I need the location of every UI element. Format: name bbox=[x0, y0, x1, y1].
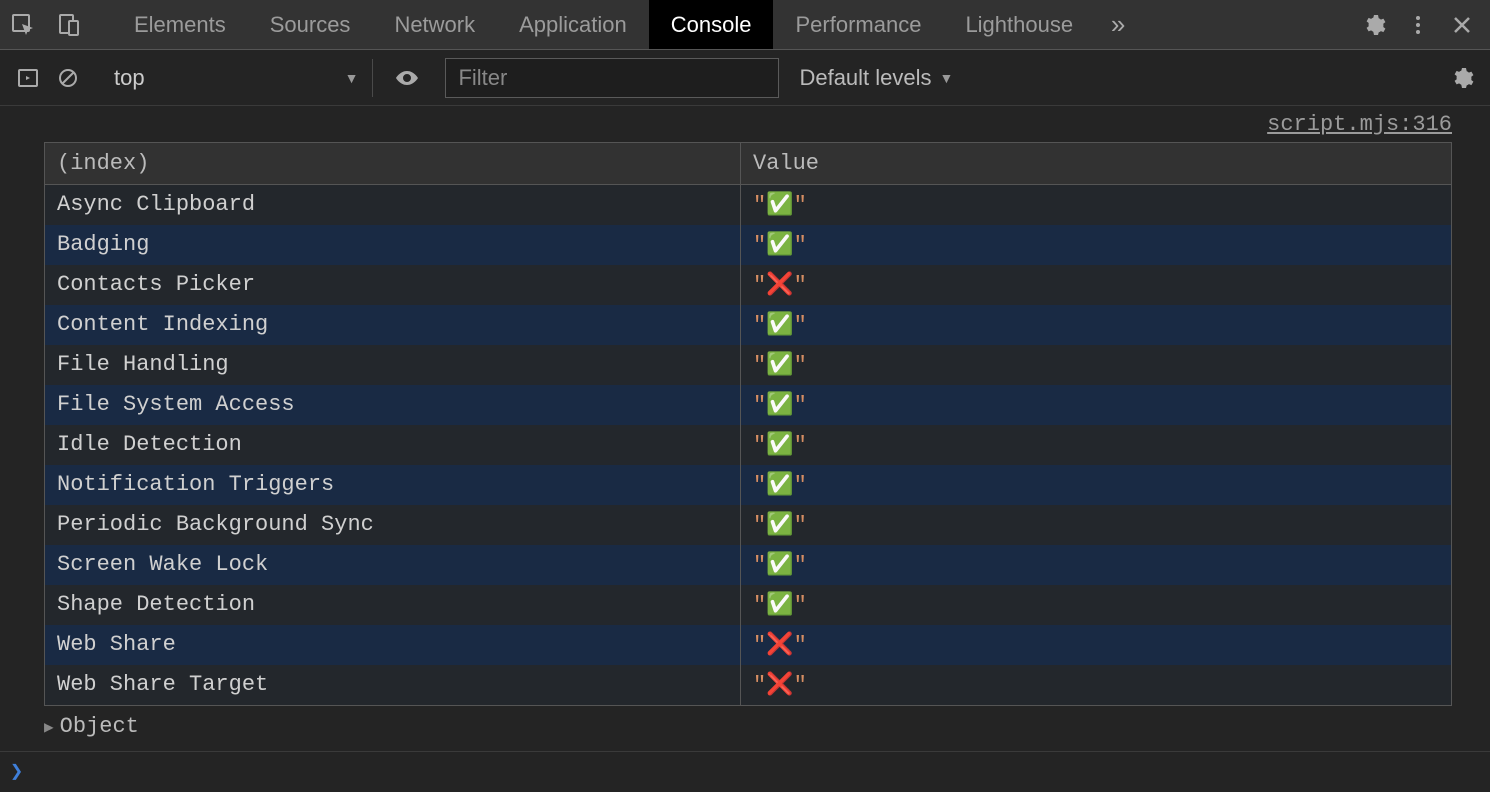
console-sidebar-toggle-icon[interactable] bbox=[8, 58, 48, 98]
console-toolbar: top ▼ Default levels ▼ bbox=[0, 50, 1490, 106]
table-cell-index: File Handling bbox=[45, 345, 741, 385]
table-cell-value: "❌" bbox=[741, 265, 1451, 305]
log-levels-select[interactable]: Default levels ▼ bbox=[799, 65, 953, 91]
table-cell-index: Shape Detection bbox=[45, 585, 741, 625]
table-row[interactable]: Screen Wake Lock"✅" bbox=[45, 545, 1451, 585]
source-link[interactable]: script.mjs:316 bbox=[1267, 112, 1452, 137]
tab-network[interactable]: Network bbox=[372, 0, 497, 49]
chevron-down-icon: ▼ bbox=[940, 70, 954, 86]
chevron-down-icon: ▼ bbox=[345, 70, 359, 86]
table-row[interactable]: Notification Triggers"✅" bbox=[45, 465, 1451, 505]
execution-context-select[interactable]: top ▼ bbox=[102, 59, 373, 97]
close-icon[interactable] bbox=[1440, 0, 1484, 50]
console-output: script.mjs:316 (index) Value Async Clipb… bbox=[0, 106, 1490, 751]
inspect-element-icon[interactable] bbox=[0, 0, 46, 50]
clear-console-icon[interactable] bbox=[48, 58, 88, 98]
console-prompt-row[interactable]: ❯ bbox=[0, 751, 1490, 791]
kebab-menu-icon[interactable] bbox=[1396, 0, 1440, 50]
tabbar-right-icons bbox=[1352, 0, 1490, 50]
prompt-caret-icon: ❯ bbox=[10, 759, 23, 785]
table-cell-value: "✅" bbox=[741, 425, 1451, 465]
table-cell-value: "✅" bbox=[741, 225, 1451, 265]
devtools-tabbar: ElementsSourcesNetworkApplicationConsole… bbox=[0, 0, 1490, 50]
table-cell-index: Badging bbox=[45, 225, 741, 265]
table-row[interactable]: Shape Detection"✅" bbox=[45, 585, 1451, 625]
message-source-row: script.mjs:316 bbox=[0, 106, 1490, 142]
table-row[interactable]: Idle Detection"✅" bbox=[45, 425, 1451, 465]
table-cell-value: "✅" bbox=[741, 305, 1451, 345]
table-cell-value: "✅" bbox=[741, 385, 1451, 425]
object-expander[interactable]: ▶ Object bbox=[44, 710, 1490, 751]
table-row[interactable]: Periodic Background Sync"✅" bbox=[45, 505, 1451, 545]
gear-icon[interactable] bbox=[1352, 0, 1396, 50]
console-settings-gear-icon[interactable] bbox=[1442, 58, 1482, 98]
table-cell-index: Screen Wake Lock bbox=[45, 545, 741, 585]
table-cell-index: Content Indexing bbox=[45, 305, 741, 345]
table-cell-value: "❌" bbox=[741, 665, 1451, 705]
table-cell-value: "✅" bbox=[741, 545, 1451, 585]
table-cell-value: "✅" bbox=[741, 345, 1451, 385]
table-cell-value: "✅" bbox=[741, 185, 1451, 225]
table-cell-value: "✅" bbox=[741, 465, 1451, 505]
device-toolbar-icon[interactable] bbox=[46, 0, 92, 50]
live-expression-icon[interactable] bbox=[387, 58, 427, 98]
panel-tabs: ElementsSourcesNetworkApplicationConsole… bbox=[112, 0, 1095, 49]
table-row[interactable]: Web Share"❌" bbox=[45, 625, 1451, 665]
table-cell-value: "✅" bbox=[741, 505, 1451, 545]
table-header-value[interactable]: Value bbox=[741, 143, 1451, 184]
table-row[interactable]: Content Indexing"✅" bbox=[45, 305, 1451, 345]
disclosure-triangle-icon: ▶ bbox=[44, 717, 54, 737]
log-levels-label: Default levels bbox=[799, 65, 931, 91]
table-cell-index: Web Share bbox=[45, 625, 741, 665]
table-cell-index: Web Share Target bbox=[45, 665, 741, 705]
table-cell-index: Periodic Background Sync bbox=[45, 505, 741, 545]
table-cell-index: Async Clipboard bbox=[45, 185, 741, 225]
table-header-index[interactable]: (index) bbox=[45, 143, 741, 184]
console-input[interactable] bbox=[33, 759, 1480, 784]
table-cell-index: Idle Detection bbox=[45, 425, 741, 465]
more-tabs-button[interactable]: » bbox=[1095, 0, 1141, 50]
table-header-row: (index) Value bbox=[45, 143, 1451, 185]
table-cell-value: "✅" bbox=[741, 585, 1451, 625]
table-cell-index: Contacts Picker bbox=[45, 265, 741, 305]
table-row[interactable]: Async Clipboard"✅" bbox=[45, 185, 1451, 225]
table-cell-value: "❌" bbox=[741, 625, 1451, 665]
console-filter-input[interactable] bbox=[445, 58, 779, 98]
console-table: (index) Value Async Clipboard"✅"Badging"… bbox=[44, 142, 1452, 706]
table-row[interactable]: Contacts Picker"❌" bbox=[45, 265, 1451, 305]
tab-sources[interactable]: Sources bbox=[248, 0, 373, 49]
table-row[interactable]: File System Access"✅" bbox=[45, 385, 1451, 425]
table-cell-index: Notification Triggers bbox=[45, 465, 741, 505]
tab-lighthouse[interactable]: Lighthouse bbox=[943, 0, 1095, 49]
table-row[interactable]: File Handling"✅" bbox=[45, 345, 1451, 385]
object-label: Object bbox=[60, 714, 139, 739]
execution-context-label: top bbox=[114, 65, 145, 91]
tab-elements[interactable]: Elements bbox=[112, 0, 248, 49]
tab-console[interactable]: Console bbox=[649, 0, 774, 49]
tab-application[interactable]: Application bbox=[497, 0, 649, 49]
table-row[interactable]: Web Share Target"❌" bbox=[45, 665, 1451, 705]
table-row[interactable]: Badging"✅" bbox=[45, 225, 1451, 265]
tab-performance[interactable]: Performance bbox=[773, 0, 943, 49]
table-body: Async Clipboard"✅"Badging"✅"Contacts Pic… bbox=[45, 185, 1451, 705]
table-cell-index: File System Access bbox=[45, 385, 741, 425]
